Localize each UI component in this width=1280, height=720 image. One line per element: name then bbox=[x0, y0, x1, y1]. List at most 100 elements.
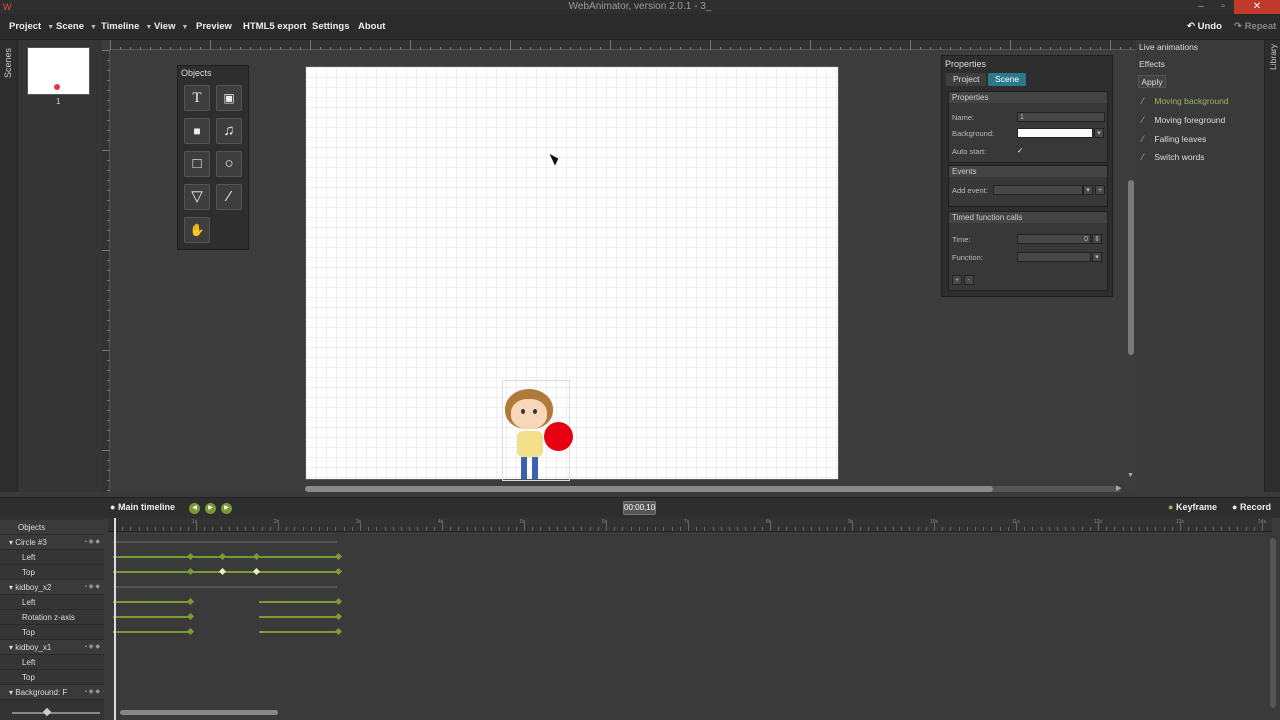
circle-tool-button[interactable]: ○ bbox=[216, 151, 242, 177]
menu-view[interactable]: View ▼ bbox=[154, 14, 188, 40]
keyframe-marker[interactable] bbox=[186, 567, 195, 576]
add-event-button[interactable]: + bbox=[1095, 185, 1105, 195]
keyframe-marker[interactable] bbox=[334, 567, 343, 576]
add-call-button[interactable]: + bbox=[952, 275, 962, 285]
tab-project[interactable]: Project bbox=[946, 73, 987, 86]
chevron-down-icon[interactable]: ▾ bbox=[1083, 185, 1093, 195]
chevron-down-icon[interactable]: ▾ bbox=[1092, 252, 1102, 262]
scene-thumbnail[interactable] bbox=[27, 47, 90, 95]
timeline-object-row[interactable]: ▾ Circle #3 ▪ ◉ ◆ bbox=[0, 535, 104, 550]
timeline-property-row[interactable]: Left bbox=[0, 550, 104, 565]
keyframe-bar[interactable] bbox=[259, 616, 337, 618]
function-select[interactable] bbox=[1017, 252, 1091, 262]
minimize-icon[interactable]: – bbox=[1190, 0, 1212, 14]
scrollbar-thumb[interactable] bbox=[305, 486, 993, 492]
effect-switch-words[interactable]: ⁄ Switch words bbox=[1142, 150, 1204, 164]
keyframe-marker[interactable] bbox=[334, 552, 343, 561]
timeline-object-row[interactable]: ▾ kidboy_x2 ▪ ◉ ◆ bbox=[0, 580, 104, 595]
effect-moving-background[interactable]: ⁄ Moving background bbox=[1142, 94, 1229, 108]
tab-scene[interactable]: Scene bbox=[988, 73, 1027, 86]
current-time-field[interactable]: 00:00,10 bbox=[623, 501, 656, 515]
apply-button[interactable]: Apply bbox=[1138, 75, 1166, 88]
timeline-ruler[interactable]: 1s 2s 3s 4s 5s 6s 7s 8s 9s 10s 11s 12s 13s 14s bbox=[108, 518, 1272, 532]
stepper-icon[interactable]: ⇕ bbox=[1092, 234, 1102, 244]
keyframe-marker[interactable] bbox=[334, 627, 343, 636]
close-icon[interactable]: ✕ bbox=[1234, 0, 1280, 14]
keyframe-marker[interactable] bbox=[218, 552, 227, 561]
keyframe-marker[interactable] bbox=[186, 552, 195, 561]
keyframe-bar[interactable] bbox=[113, 616, 189, 618]
stage-canvas[interactable] bbox=[305, 66, 839, 481]
horizontal-scrollbar[interactable] bbox=[305, 486, 1121, 492]
keyframe-marker[interactable] bbox=[334, 597, 343, 606]
main-timeline-label[interactable]: ● Main timeline bbox=[110, 502, 175, 512]
keyframe-bar[interactable] bbox=[113, 541, 337, 543]
scenes-tab[interactable]: Scenes bbox=[0, 40, 18, 492]
keyframe-marker[interactable] bbox=[186, 612, 195, 621]
keyframe-marker[interactable] bbox=[252, 552, 261, 561]
play-button[interactable]: ▶ bbox=[205, 503, 216, 514]
circle-object[interactable] bbox=[544, 422, 573, 451]
rewind-button[interactable]: ◀ bbox=[189, 503, 200, 514]
keyframe-bar[interactable] bbox=[259, 631, 337, 633]
effect-moving-foreground[interactable]: ⁄ Moving foreground bbox=[1142, 113, 1225, 127]
menu-scene[interactable]: Scene ▼ bbox=[56, 14, 97, 40]
timeline-object-row[interactable]: ▾ Background: F ▪ ◉ ◆ bbox=[0, 685, 104, 700]
text-tool-button[interactable]: T bbox=[184, 85, 210, 111]
timeline-property-row[interactable]: Left bbox=[0, 655, 104, 670]
zoom-slider[interactable] bbox=[12, 712, 100, 714]
chevron-down-icon[interactable]: ▾ bbox=[1094, 128, 1104, 138]
triangle-tool-button[interactable]: ▽ bbox=[184, 184, 210, 210]
timeline-property-row[interactable]: Left bbox=[0, 595, 104, 610]
menu-timeline[interactable]: Timeline ▼ bbox=[101, 14, 152, 40]
forward-button[interactable]: ▶ bbox=[221, 503, 232, 514]
record-button[interactable]: ● Record bbox=[1232, 502, 1271, 512]
keyframe-bar[interactable] bbox=[113, 631, 189, 633]
row-visibility-icons[interactable]: ▪ ◉ ◆ bbox=[85, 535, 100, 550]
timeline-property-row[interactable]: Top bbox=[0, 565, 104, 580]
playhead[interactable] bbox=[114, 518, 116, 720]
zoom-slider-knob[interactable] bbox=[42, 707, 52, 717]
menu-settings[interactable]: Settings bbox=[312, 14, 349, 40]
keyframe-bar[interactable] bbox=[113, 586, 337, 588]
rectangle-tool-button[interactable]: □ bbox=[184, 151, 210, 177]
remove-call-button[interactable]: - bbox=[964, 275, 974, 285]
keyframe-button[interactable]: ● Keyframe bbox=[1168, 502, 1217, 512]
keyframe-marker[interactable] bbox=[252, 567, 261, 576]
row-visibility-icons[interactable]: ▪ ◉ ◆ bbox=[85, 640, 100, 655]
menu-preview[interactable]: Preview bbox=[196, 14, 232, 40]
row-visibility-icons[interactable]: ▪ ◉ ◆ bbox=[85, 685, 100, 700]
keyframe-marker[interactable] bbox=[186, 597, 195, 606]
vertical-scrollbar[interactable] bbox=[1128, 50, 1134, 480]
scroll-right-icon[interactable]: ▶ bbox=[1116, 484, 1121, 492]
keyframe-marker[interactable] bbox=[334, 612, 343, 621]
effect-falling-leaves[interactable]: ⁄ Falling leaves bbox=[1142, 132, 1206, 146]
time-field[interactable]: 0 bbox=[1017, 234, 1091, 244]
image-tool-button[interactable]: ▣ bbox=[216, 85, 242, 111]
menu-html5-export[interactable]: HTML5 export bbox=[243, 14, 306, 40]
keyframe-marker[interactable] bbox=[218, 567, 227, 576]
background-color-field[interactable] bbox=[1017, 128, 1093, 138]
timeline-property-row[interactable]: Top bbox=[0, 670, 104, 685]
video-tool-button[interactable]: ■ bbox=[184, 118, 210, 144]
menu-project[interactable]: Project ▼ bbox=[9, 14, 54, 40]
timeline-property-row[interactable]: Rotation z-axis bbox=[0, 610, 104, 625]
autostart-checkbox[interactable]: ✓ bbox=[1017, 146, 1023, 155]
add-event-select[interactable] bbox=[993, 185, 1083, 195]
hand-tool-button[interactable]: ✋ bbox=[184, 217, 210, 243]
scrollbar-thumb[interactable] bbox=[1128, 180, 1134, 355]
timeline-horizontal-scrollbar[interactable] bbox=[120, 710, 278, 715]
keyframe-bar[interactable] bbox=[113, 601, 189, 603]
maximize-icon[interactable]: ▫ bbox=[1212, 0, 1234, 14]
timeline-property-row[interactable]: Top bbox=[0, 625, 104, 640]
line-tool-button[interactable]: ⁄ bbox=[216, 184, 242, 210]
row-visibility-icons[interactable]: ▪ ◉ ◆ bbox=[85, 580, 100, 595]
repeat-button[interactable]: ↷ Repeat bbox=[1234, 14, 1276, 40]
audio-tool-button[interactable]: ♫ bbox=[216, 118, 242, 144]
timeline-vertical-scrollbar[interactable] bbox=[1270, 538, 1276, 708]
keyframe-bar[interactable] bbox=[259, 601, 337, 603]
library-tab[interactable]: Library bbox=[1264, 40, 1280, 492]
name-field[interactable]: 1 bbox=[1017, 112, 1105, 122]
live-animations-header[interactable]: Live animations bbox=[1139, 42, 1198, 52]
scroll-down-icon[interactable]: ▼ bbox=[1127, 472, 1134, 479]
